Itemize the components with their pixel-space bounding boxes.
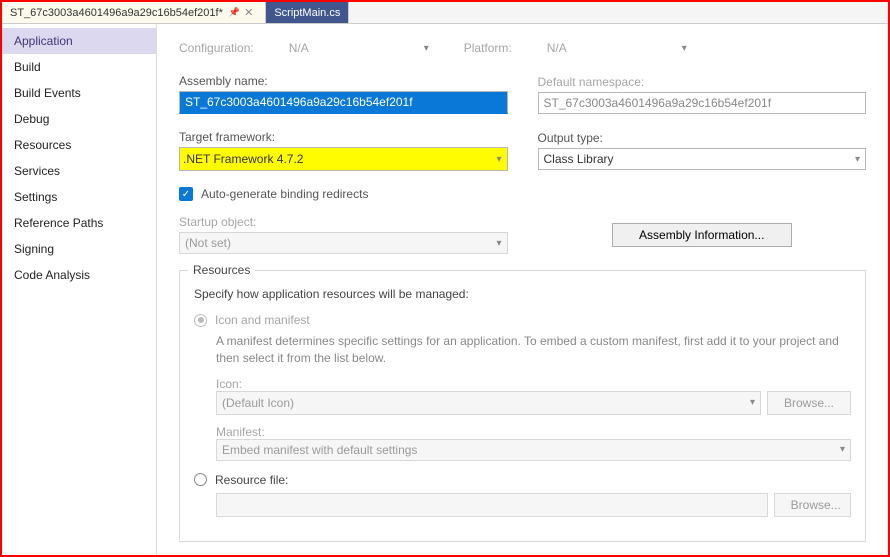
configuration-label: Configuration: [179,41,254,55]
icon-label: Icon: [216,377,851,391]
chevron-down-icon: ▾ [840,444,845,455]
icon-select: (Default Icon) ▾ [216,391,761,415]
tab-scriptmain[interactable]: ScriptMain.cs [266,2,349,23]
chevron-down-icon: ▾ [750,397,755,408]
default-namespace-label: Default namespace: [538,75,867,89]
sidebar-item-debug[interactable]: Debug [2,106,156,132]
assembly-name-input[interactable] [179,91,508,114]
output-type-select[interactable]: Class Library ▾ [538,148,867,170]
startup-object-select: (Not set) ▾ [179,232,508,254]
resource-file-radio[interactable] [194,473,207,486]
configuration-select: N/A ▾ [284,38,434,58]
assembly-name-label: Assembly name: [179,74,508,88]
tab-project-properties[interactable]: ST_67c3003a4601496a9a29c16b54ef201f* 📌 ✕ [2,2,266,23]
chevron-down-icon: ▾ [496,238,501,249]
manifest-select: Embed manifest with default settings ▾ [216,439,851,461]
target-framework-select[interactable]: .NET Framework 4.7.2 ▾ [179,147,508,171]
platform-select: N/A ▾ [542,38,692,58]
resources-legend: Resources [188,263,255,277]
tab-label: ScriptMain.cs [274,7,340,19]
sidebar-item-build[interactable]: Build [2,54,156,80]
sidebar-item-reference-paths[interactable]: Reference Paths [2,210,156,236]
auto-generate-redirects-checkbox[interactable]: ✓ [179,187,193,201]
startup-object-label: Startup object: [179,215,508,229]
icon-and-manifest-desc: A manifest determines specific settings … [216,333,851,367]
chevron-down-icon: ▾ [424,43,429,54]
sidebar-item-build-events[interactable]: Build Events [2,80,156,106]
pin-icon[interactable]: 📌 [229,7,240,18]
sidebar-item-signing[interactable]: Signing [2,236,156,262]
assembly-information-button[interactable]: Assembly Information... [612,223,792,247]
tab-label: ST_67c3003a4601496a9a29c16b54ef201f* [10,7,223,19]
icon-browse-button: Browse... [767,391,851,415]
sidebar-item-services[interactable]: Services [2,158,156,184]
resources-intro: Specify how application resources will b… [194,287,851,301]
resource-file-label: Resource file: [215,473,288,487]
chevron-down-icon: ▾ [682,43,687,54]
target-framework-label: Target framework: [179,130,508,144]
sidebar-item-resources[interactable]: Resources [2,132,156,158]
main-content: Application Build Build Events Debug Res… [2,24,888,555]
chevron-down-icon: ▾ [855,154,860,165]
sidebar-item-settings[interactable]: Settings [2,184,156,210]
manifest-label: Manifest: [216,425,851,439]
output-type-label: Output type: [538,131,867,145]
sidebar-item-application[interactable]: Application [2,28,156,54]
resource-file-input [216,493,768,517]
icon-and-manifest-radio [194,314,207,327]
platform-label: Platform: [464,41,512,55]
chevron-down-icon: ▾ [496,154,501,165]
resource-file-browse-button: Browse... [774,493,851,517]
document-tabs: ST_67c3003a4601496a9a29c16b54ef201f* 📌 ✕… [2,2,888,24]
resources-group: Resources Specify how application resour… [179,270,866,542]
default-namespace-input[interactable] [538,92,867,114]
close-icon[interactable]: ✕ [244,6,253,19]
sidebar-item-code-analysis[interactable]: Code Analysis [2,262,156,288]
auto-generate-redirects-label: Auto-generate binding redirects [201,187,368,201]
property-sidebar: Application Build Build Events Debug Res… [2,24,157,555]
icon-and-manifest-label: Icon and manifest [215,313,310,327]
